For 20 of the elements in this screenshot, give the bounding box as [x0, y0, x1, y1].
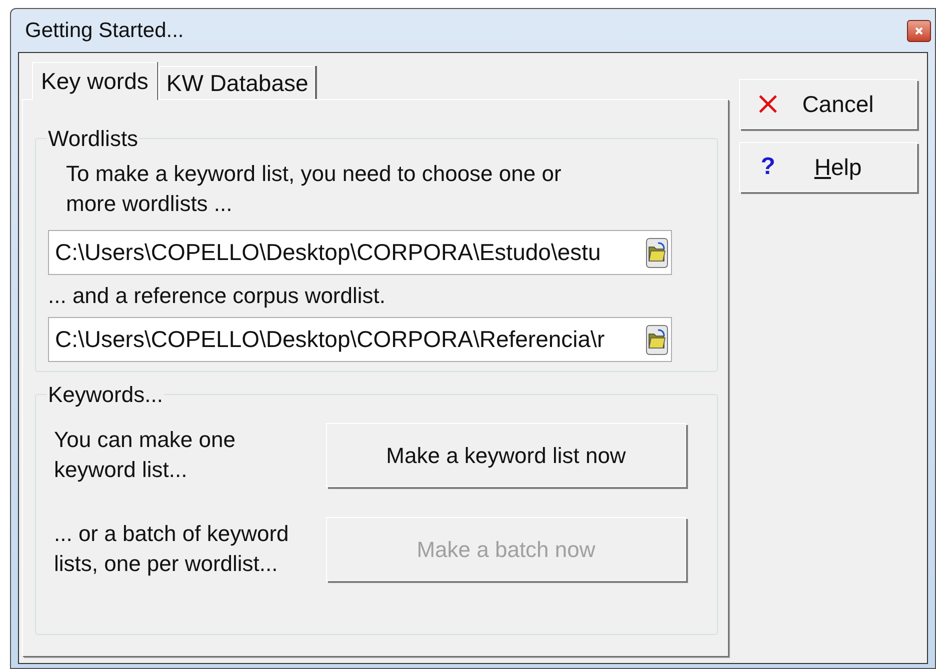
help-icon: ?: [758, 149, 778, 185]
close-icon: [758, 94, 778, 114]
path-field[interactable]: C:\Users\COPELLO\Desktop\CORPORA\Estudo\estu: [48, 230, 672, 275]
path-field[interactable]: C:\Users\COPELLO\Desktop\CORPORA\Referencia\r: [48, 317, 672, 362]
instruction-text: To make a keyword list, you need to choose one or more wordlists ...: [66, 160, 562, 218]
group-label: Wordlists: [47, 125, 140, 153]
cancel-button[interactable]: Cancel: [739, 79, 917, 129]
instruction-text: ... or a batch of keyword lists, one per wordlist...: [54, 520, 290, 578]
tab[interactable]: KW Database: [159, 66, 316, 99]
folder-icon[interactable]: [646, 324, 668, 354]
instruction-text: ... and a reference corpus wordlist.: [48, 283, 386, 309]
close-icon: [914, 26, 924, 36]
help-button[interactable]: ? Help: [739, 142, 917, 192]
close-button[interactable]: [907, 20, 931, 42]
action-button[interactable]: Make a keyword list now: [326, 423, 686, 487]
tab[interactable]: Key words: [32, 62, 158, 100]
folder-icon[interactable]: [646, 238, 668, 268]
group-label: Keywords...: [47, 381, 164, 409]
window-title: Getting Started...: [25, 18, 184, 44]
instruction-text: You can make one keyword list...: [54, 426, 236, 484]
